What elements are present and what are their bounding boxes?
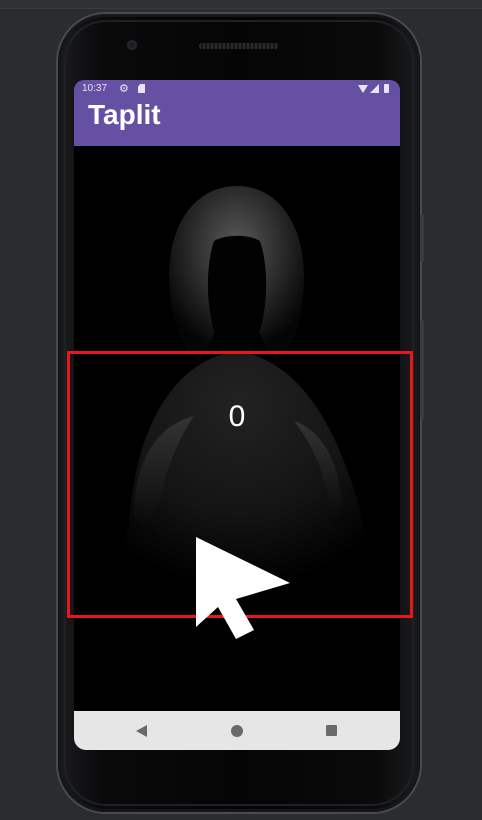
power-button[interactable]: [420, 214, 424, 262]
back-icon[interactable]: [136, 725, 147, 737]
wifi-icon: [358, 85, 368, 93]
status-bar: 10:37 ⚙: [74, 80, 400, 98]
emulator-window: 10:37 ⚙ Taplit 0: [0, 0, 482, 820]
app-title: Taplit: [88, 99, 161, 130]
home-icon[interactable]: [231, 725, 243, 737]
gear-icon: ⚙: [119, 83, 129, 95]
front-camera: [127, 40, 137, 50]
navigation-bar: [74, 711, 400, 750]
app-bar: Taplit: [74, 98, 400, 146]
earpiece-speaker: [199, 43, 279, 49]
battery-icon: [384, 84, 389, 93]
emulator-toolbar-strip: [0, 0, 482, 9]
signal-icon: [370, 84, 379, 93]
status-time: 10:37: [82, 83, 108, 94]
sd-card-icon: [138, 84, 145, 93]
mouse-pointer-icon: [196, 537, 290, 639]
volume-button[interactable]: [420, 320, 424, 420]
recents-icon[interactable]: [326, 725, 337, 736]
